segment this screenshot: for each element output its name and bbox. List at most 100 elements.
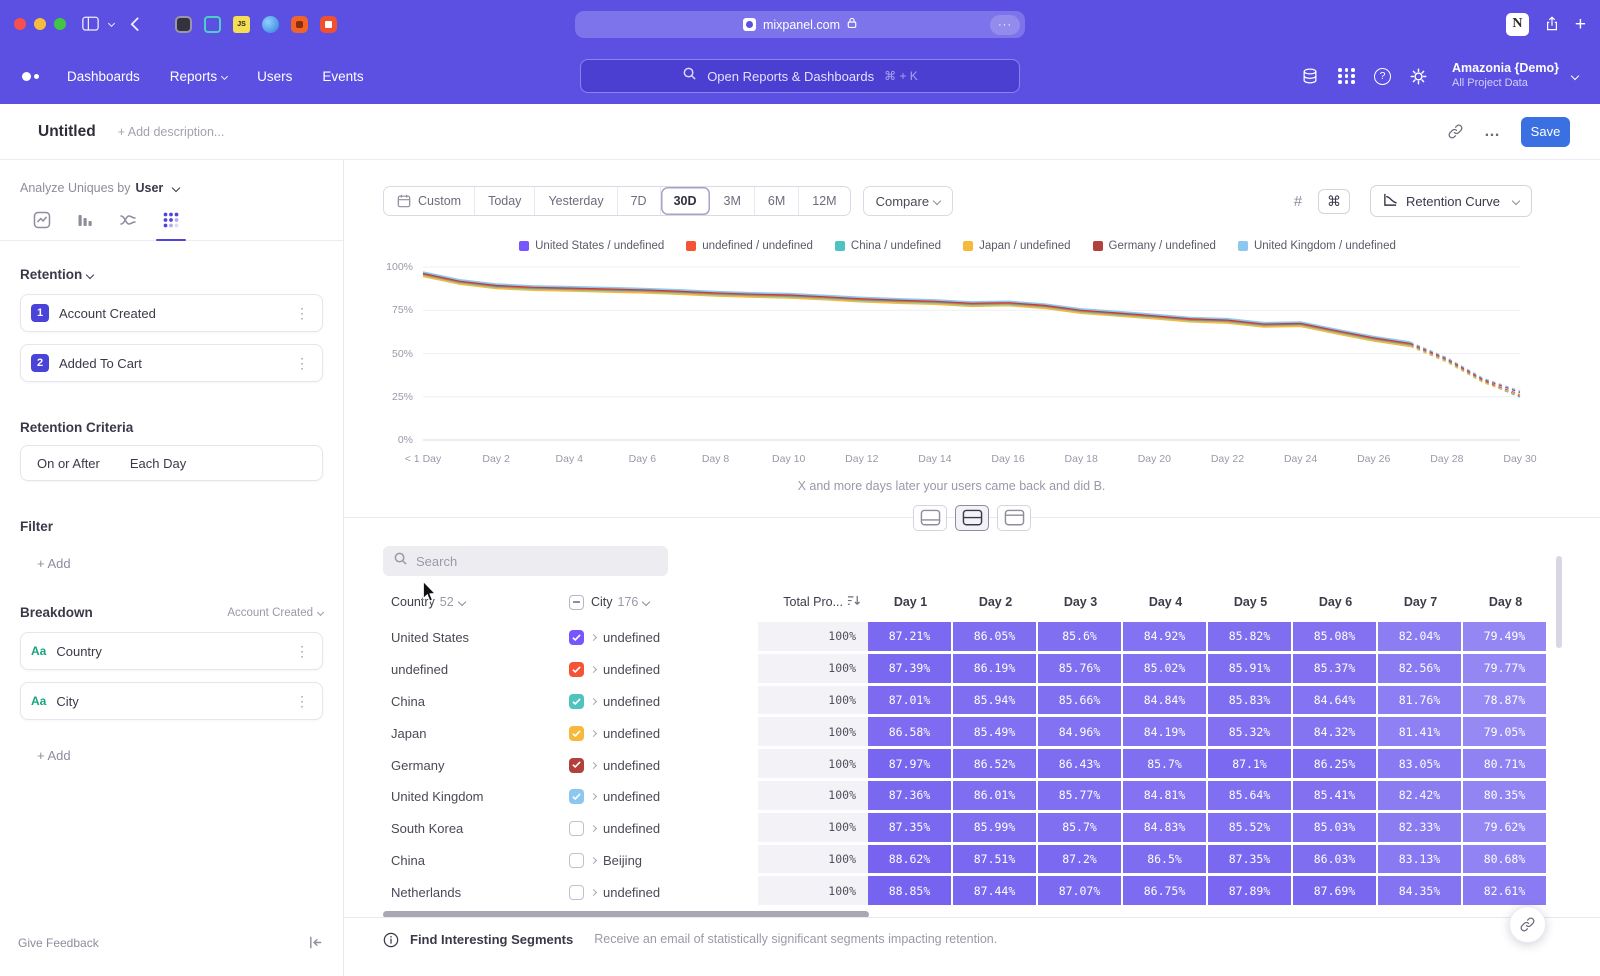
row-checkbox[interactable] <box>569 758 584 773</box>
retention-cell[interactable]: 79.62% <box>1463 813 1546 845</box>
range-yesterday[interactable]: Yesterday <box>535 187 617 215</box>
criteria-on-or-after[interactable]: On or After <box>37 456 100 471</box>
vertical-scrollbar[interactable] <box>1556 556 1562 648</box>
help-icon[interactable]: ? <box>1374 68 1391 85</box>
retention-cell[interactable]: 85.77% <box>1038 781 1123 813</box>
more-menu-icon[interactable]: … <box>1484 123 1501 141</box>
copy-link-icon[interactable] <box>1447 123 1464 140</box>
kebab-menu-icon[interactable]: ⋮ <box>292 644 312 658</box>
retention-cell[interactable]: 82.56% <box>1378 654 1463 686</box>
range-today[interactable]: Today <box>475 187 535 215</box>
retention-cell[interactable]: 85.7% <box>1038 813 1123 845</box>
column-header-day[interactable]: Day 8 <box>1463 595 1546 609</box>
retention-cell[interactable]: 81.41% <box>1378 717 1463 749</box>
chart-type-selector[interactable]: Retention Curve <box>1370 185 1532 217</box>
retention-cell[interactable]: 87.35% <box>1208 845 1293 877</box>
retention-cell[interactable]: 86.19% <box>953 654 1038 686</box>
back-button[interactable] <box>130 17 139 31</box>
close-window-button[interactable] <box>14 18 26 30</box>
column-header-day[interactable]: Day 6 <box>1293 595 1378 609</box>
extension-icon[interactable] <box>175 16 192 33</box>
chevron-down-icon[interactable] <box>108 20 115 27</box>
step-card-added-to-cart[interactable]: 2 Added To Cart ⋮ <box>20 344 323 382</box>
gridlines-toggle-icon[interactable]: # <box>1288 189 1308 214</box>
retention-cell[interactable]: 84.64% <box>1293 686 1378 718</box>
tab-insights[interactable] <box>32 211 52 240</box>
extension-icon[interactable] <box>262 16 279 33</box>
range-30d[interactable]: 30D <box>661 187 711 215</box>
retention-cell[interactable]: 87.97% <box>868 749 953 781</box>
data-management-icon[interactable] <box>1301 67 1319 85</box>
retention-cell[interactable]: 85.6% <box>1038 622 1123 654</box>
url-more-icon[interactable]: ··· <box>990 15 1020 35</box>
row-checkbox[interactable] <box>569 662 584 677</box>
add-breakdown-button[interactable]: + Add <box>37 748 323 763</box>
retention-cell[interactable]: 82.42% <box>1378 781 1463 813</box>
retention-cell[interactable]: 85.66% <box>1038 686 1123 718</box>
retention-cell[interactable]: 84.96% <box>1038 717 1123 749</box>
browser-sidebar-toggle-icon[interactable] <box>82 16 99 31</box>
extension-icon[interactable] <box>204 16 221 33</box>
retention-cell[interactable]: 82.33% <box>1378 813 1463 845</box>
retention-chart-svg[interactable] <box>423 264 1520 443</box>
retention-cell[interactable]: 86.75% <box>1123 876 1208 908</box>
range-7d[interactable]: 7D <box>618 187 661 215</box>
retention-cell[interactable]: 83.13% <box>1378 845 1463 877</box>
legend-item[interactable]: United Kingdom / undefined <box>1238 240 1396 252</box>
apps-grid-icon[interactable] <box>1338 68 1355 84</box>
retention-section-heading[interactable]: Retention <box>20 267 323 282</box>
retention-cell[interactable]: 85.37% <box>1293 654 1378 686</box>
row-checkbox[interactable] <box>569 726 584 741</box>
retention-cell[interactable]: 85.7% <box>1123 749 1208 781</box>
range-custom[interactable]: Custom <box>384 187 475 215</box>
project-switcher[interactable]: Amazonia {Demo} All Project Data <box>1452 61 1578 90</box>
retention-cell[interactable]: 85.49% <box>953 717 1038 749</box>
minimize-window-button[interactable] <box>34 18 46 30</box>
range-12m[interactable]: 12M <box>799 187 849 215</box>
column-header-city[interactable]: City176 <box>569 595 758 610</box>
retention-cell[interactable]: 85.52% <box>1208 813 1293 845</box>
nav-link-events[interactable]: Events <box>322 69 363 84</box>
extension-icon[interactable] <box>320 16 337 33</box>
retention-cell[interactable]: 84.81% <box>1123 781 1208 813</box>
retention-cell[interactable]: 86.58% <box>868 717 953 749</box>
maximize-window-button[interactable] <box>54 18 66 30</box>
retention-cell[interactable]: 87.89% <box>1208 876 1293 908</box>
retention-cell[interactable]: 80.68% <box>1463 845 1546 877</box>
retention-cell[interactable]: 80.71% <box>1463 749 1546 781</box>
tab-flows[interactable] <box>118 211 138 240</box>
compare-button[interactable]: Compare <box>863 186 953 216</box>
expand-chevron-icon[interactable] <box>590 889 597 896</box>
row-checkbox[interactable] <box>569 630 584 645</box>
retention-cell[interactable]: 79.05% <box>1463 717 1546 749</box>
kebab-menu-icon[interactable]: ⋮ <box>292 356 312 370</box>
retention-cell[interactable]: 79.77% <box>1463 654 1546 686</box>
retention-cell[interactable]: 88.85% <box>868 876 953 908</box>
retention-cell[interactable]: 80.35% <box>1463 781 1546 813</box>
retention-cell[interactable]: 87.36% <box>868 781 953 813</box>
retention-cell[interactable]: 85.76% <box>1038 654 1123 686</box>
row-checkbox[interactable] <box>569 821 584 836</box>
column-header-day[interactable]: Day 4 <box>1123 595 1208 609</box>
retention-cell[interactable]: 84.83% <box>1123 813 1208 845</box>
retention-cell[interactable]: 85.08% <box>1293 622 1378 654</box>
retention-cell[interactable]: 85.82% <box>1208 622 1293 654</box>
retention-cell[interactable]: 84.35% <box>1378 876 1463 908</box>
nav-link-users[interactable]: Users <box>257 69 292 84</box>
retention-cell[interactable]: 78.87% <box>1463 686 1546 718</box>
column-header-country[interactable]: Country52 <box>383 595 569 609</box>
row-checkbox[interactable] <box>569 853 584 868</box>
retention-cell[interactable]: 87.01% <box>868 686 953 718</box>
retention-cell[interactable]: 86.52% <box>953 749 1038 781</box>
tab-funnels[interactable] <box>75 211 95 240</box>
expand-chevron-icon[interactable] <box>590 730 597 737</box>
tab-retention[interactable] <box>161 211 181 240</box>
retention-cell[interactable]: 86.05% <box>953 622 1038 654</box>
retention-cell[interactable]: 87.2% <box>1038 845 1123 877</box>
column-header-day[interactable]: Day 2 <box>953 595 1038 609</box>
share-link-fab[interactable] <box>1509 906 1546 943</box>
analyze-entity-selector[interactable]: User <box>135 181 163 195</box>
retention-cell[interactable]: 84.92% <box>1123 622 1208 654</box>
report-title[interactable]: Untitled <box>38 123 96 141</box>
expand-chevron-icon[interactable] <box>590 857 597 864</box>
